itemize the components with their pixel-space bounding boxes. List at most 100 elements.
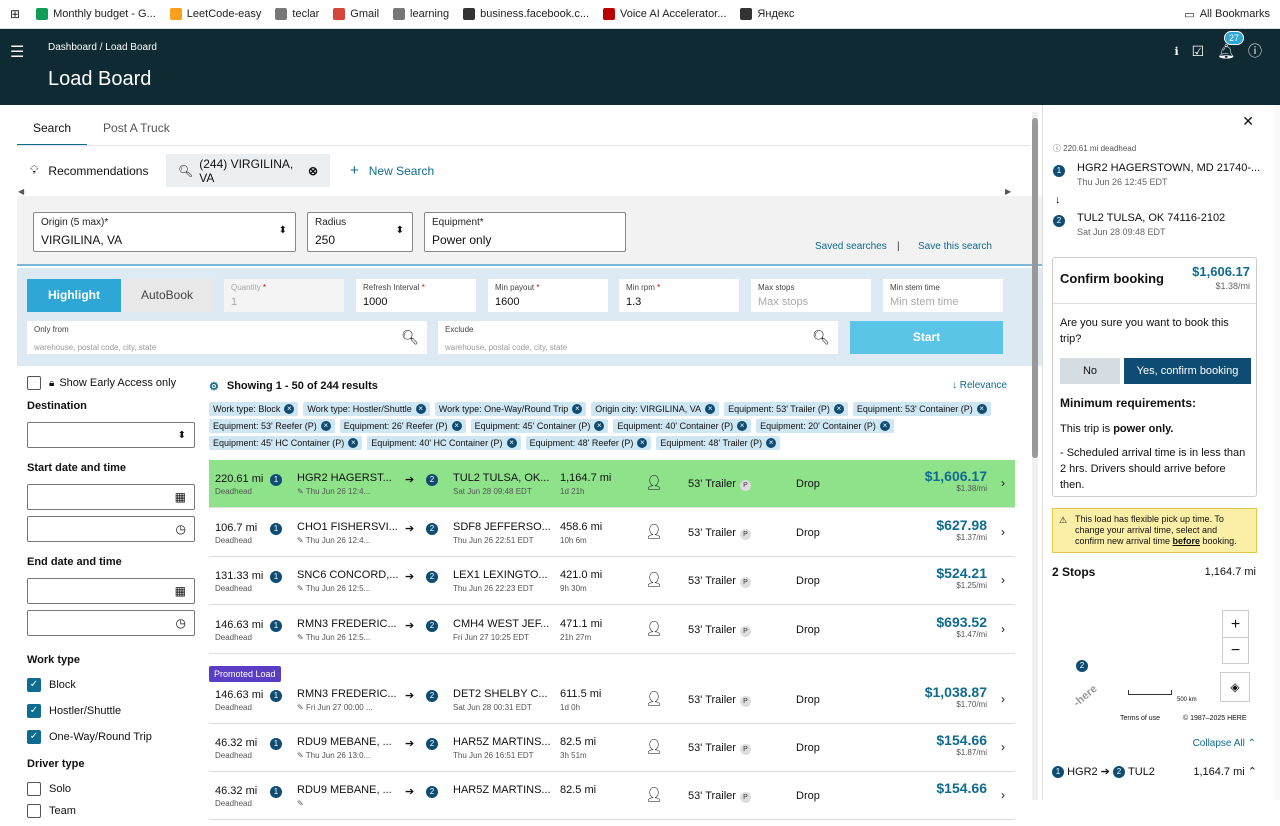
calendar-icon[interactable]: ▦ bbox=[175, 584, 186, 598]
origin-select[interactable]: Origin (5 max)* VIRGILINA, VA ⬍ bbox=[33, 212, 296, 252]
equipment-select[interactable]: Equipment* Power only bbox=[424, 212, 626, 252]
clock-icon[interactable]: ◷ bbox=[176, 616, 186, 630]
panel-scrollbar[interactable] bbox=[1274, 105, 1280, 800]
tab-post-a-truck[interactable]: Post A Truck bbox=[87, 114, 186, 146]
work-type-block[interactable]: ✓ Block bbox=[27, 678, 197, 692]
sort-relevance[interactable]: ↓ Relevance bbox=[952, 380, 1007, 391]
chevron-right-icon[interactable]: › bbox=[1001, 692, 1005, 706]
saved-searches-link[interactable]: Saved searches bbox=[815, 241, 887, 252]
pencil-icon[interactable]: ✎ bbox=[297, 703, 304, 712]
only-from-input[interactable]: Only from warehouse, postal code, city, … bbox=[27, 321, 427, 354]
tasks-icon[interactable]: ☑ bbox=[1192, 43, 1205, 60]
remove-chip-icon[interactable]: × bbox=[879, 421, 890, 431]
confirm-booking-button[interactable]: Yes, confirm booking bbox=[1124, 358, 1251, 384]
remove-chip-icon[interactable]: × bbox=[415, 404, 426, 414]
scroll-right-icon[interactable]: ▶ bbox=[1005, 187, 1011, 196]
remove-chip-icon[interactable]: × bbox=[320, 421, 331, 431]
load-row[interactable]: 46.32 mi Deadhead 1 RDU9 MEBANE, ... ✎ Thu J… bbox=[209, 724, 1015, 772]
collapse-all-button[interactable]: Collapse All ⌃ bbox=[1193, 738, 1256, 749]
start-date-input[interactable]: ▦ bbox=[27, 484, 195, 510]
exclude-input[interactable]: Exclude warehouse, postal code, city, st… bbox=[438, 321, 838, 354]
route-leg[interactable]: 1 HGR2 ➔ 2 TUL2 1,164.7 mi ⌃ bbox=[1052, 765, 1257, 778]
pencil-icon[interactable]: ✎ bbox=[297, 536, 304, 545]
no-button[interactable]: No bbox=[1060, 358, 1120, 384]
bookmark-2[interactable]: teclar bbox=[275, 8, 319, 20]
zoom-in-button[interactable]: + bbox=[1223, 611, 1248, 638]
destination-select[interactable]: ⬍ bbox=[27, 422, 195, 448]
start-button[interactable]: Start bbox=[850, 321, 1003, 354]
min-payout-field[interactable]: Min payout * 1600 bbox=[488, 279, 608, 312]
chevron-right-icon[interactable]: › bbox=[1001, 525, 1005, 539]
bookmark-6[interactable]: Voice AI Accelerator... bbox=[603, 8, 726, 20]
help-icon[interactable]: ⓘ bbox=[1248, 41, 1262, 61]
remove-chip-icon[interactable]: × bbox=[284, 404, 295, 414]
bookmark-5[interactable]: business.facebook.c... bbox=[463, 8, 589, 20]
min-rpm-field[interactable]: Min rpm * 1.3 bbox=[619, 279, 739, 312]
load-row[interactable]: 146.63 mi Deadhead 1 RMN3 FREDERIC... ✎ Thu … bbox=[209, 606, 1015, 654]
early-access-checkbox[interactable]: 🔒︎ Show Early Access only bbox=[27, 376, 197, 390]
remove-chip-icon[interactable]: × bbox=[572, 404, 583, 414]
driver-type-solo[interactable]: Solo bbox=[27, 782, 197, 796]
start-time-input[interactable]: ◷ bbox=[27, 516, 195, 542]
map-stop-marker[interactable]: 2 bbox=[1076, 660, 1088, 672]
bookmark-0[interactable]: Monthly budget - G... bbox=[36, 8, 156, 20]
bookmark-1[interactable]: LeetCode-easy bbox=[169, 8, 261, 20]
bell-icon[interactable]: 🔔︎ bbox=[1217, 43, 1235, 60]
apps-grid-icon[interactable]: ⊞ bbox=[10, 7, 20, 21]
chevron-right-icon[interactable]: › bbox=[1001, 573, 1005, 587]
breadcrumb[interactable]: Dashboard / Load Board bbox=[48, 42, 157, 53]
refresh-interval-field[interactable]: Refresh Interval * 1000 bbox=[356, 279, 476, 312]
work-type-hostler[interactable]: ✓ Hostler/Shuttle bbox=[27, 704, 197, 718]
remove-chip-icon[interactable]: × bbox=[348, 438, 359, 448]
bookmark-3[interactable]: Gmail bbox=[333, 8, 379, 20]
chevron-right-icon[interactable]: › bbox=[1001, 622, 1005, 636]
clear-search-icon[interactable]: ⊗ bbox=[308, 164, 318, 178]
recommendations-tab[interactable]: 💡︎ Recommendations bbox=[30, 154, 148, 187]
scroll-left-icon[interactable]: ◀ bbox=[18, 187, 24, 196]
tab-search[interactable]: Search bbox=[17, 114, 88, 146]
pencil-icon[interactable]: ✎ bbox=[297, 487, 304, 496]
info-icon[interactable]: ℹ bbox=[1174, 45, 1178, 58]
layers-icon[interactable]: ◈ bbox=[1220, 672, 1250, 702]
chevron-right-icon[interactable]: › bbox=[1001, 740, 1005, 754]
new-search-button[interactable]: + New Search bbox=[350, 154, 434, 187]
highlight-toggle[interactable]: Highlight bbox=[27, 279, 121, 312]
min-stem-time-field[interactable]: Min stem time Min stem time bbox=[883, 279, 1003, 312]
driver-type-team[interactable]: Team bbox=[27, 804, 197, 818]
remove-chip-icon[interactable]: × bbox=[766, 438, 777, 448]
remove-chip-icon[interactable]: × bbox=[737, 421, 748, 431]
load-row[interactable]: 131.33 mi Deadhead 1 SNC6 CONCORD,... ✎ Thu … bbox=[209, 557, 1015, 605]
remove-chip-icon[interactable]: × bbox=[451, 421, 462, 431]
save-search-link[interactable]: Save this search bbox=[918, 241, 992, 252]
current-search-pill[interactable]: 🔍︎ (244) VIRGILINA, VA ⊗ bbox=[166, 154, 330, 187]
remove-chip-icon[interactable]: × bbox=[637, 438, 648, 448]
pencil-icon[interactable]: ✎ bbox=[297, 633, 304, 642]
load-row[interactable]: 220.61 mi Deadhead 1 HGR2 HAGERST... ✎ Thu J… bbox=[209, 460, 1015, 508]
route-map[interactable]: + − ◈ 2 -here 500 km Terms of use © 1987… bbox=[1052, 605, 1257, 730]
max-stops-field[interactable]: Max stops Max stops bbox=[751, 279, 871, 312]
chevron-right-icon[interactable]: › bbox=[1001, 476, 1005, 490]
filter-sliders-icon[interactable]: ⚙ bbox=[209, 380, 219, 393]
end-time-input[interactable]: ◷ bbox=[27, 610, 195, 636]
autobook-toggle[interactable]: AutoBook bbox=[121, 279, 213, 312]
pencil-icon[interactable]: ✎ bbox=[297, 751, 304, 760]
remove-chip-icon[interactable]: × bbox=[976, 404, 987, 414]
radius-select[interactable]: Radius 250 ⬍ bbox=[307, 212, 413, 252]
work-type-oneway[interactable]: ✓ One-Way/Round Trip bbox=[27, 730, 197, 744]
calendar-icon[interactable]: ▦ bbox=[175, 490, 186, 504]
remove-chip-icon[interactable]: × bbox=[833, 404, 844, 414]
pencil-icon[interactable]: ✎ bbox=[297, 584, 304, 593]
bookmark-7[interactable]: Яндекс bbox=[740, 8, 794, 20]
remove-chip-icon[interactable]: × bbox=[506, 438, 517, 448]
end-date-input[interactable]: ▦ bbox=[27, 578, 195, 604]
bookmark-4[interactable]: learning bbox=[393, 8, 449, 20]
pencil-icon[interactable]: ✎ bbox=[297, 799, 304, 808]
quantity-field[interactable]: Quantity * 1 bbox=[224, 279, 344, 312]
terms-link[interactable]: Terms of use bbox=[1120, 715, 1160, 722]
load-row[interactable]: 46.32 mi Deadhead 1 RDU9 MEBANE, ... ✎ ➔ 2 HAR… bbox=[209, 772, 1015, 820]
menu-icon[interactable]: ☰ bbox=[10, 42, 24, 62]
all-bookmarks[interactable]: ▭ All Bookmarks bbox=[1184, 8, 1270, 21]
clock-icon[interactable]: ◷ bbox=[176, 522, 186, 536]
main-scrollbar[interactable] bbox=[1032, 112, 1038, 800]
remove-chip-icon[interactable]: × bbox=[705, 404, 716, 414]
